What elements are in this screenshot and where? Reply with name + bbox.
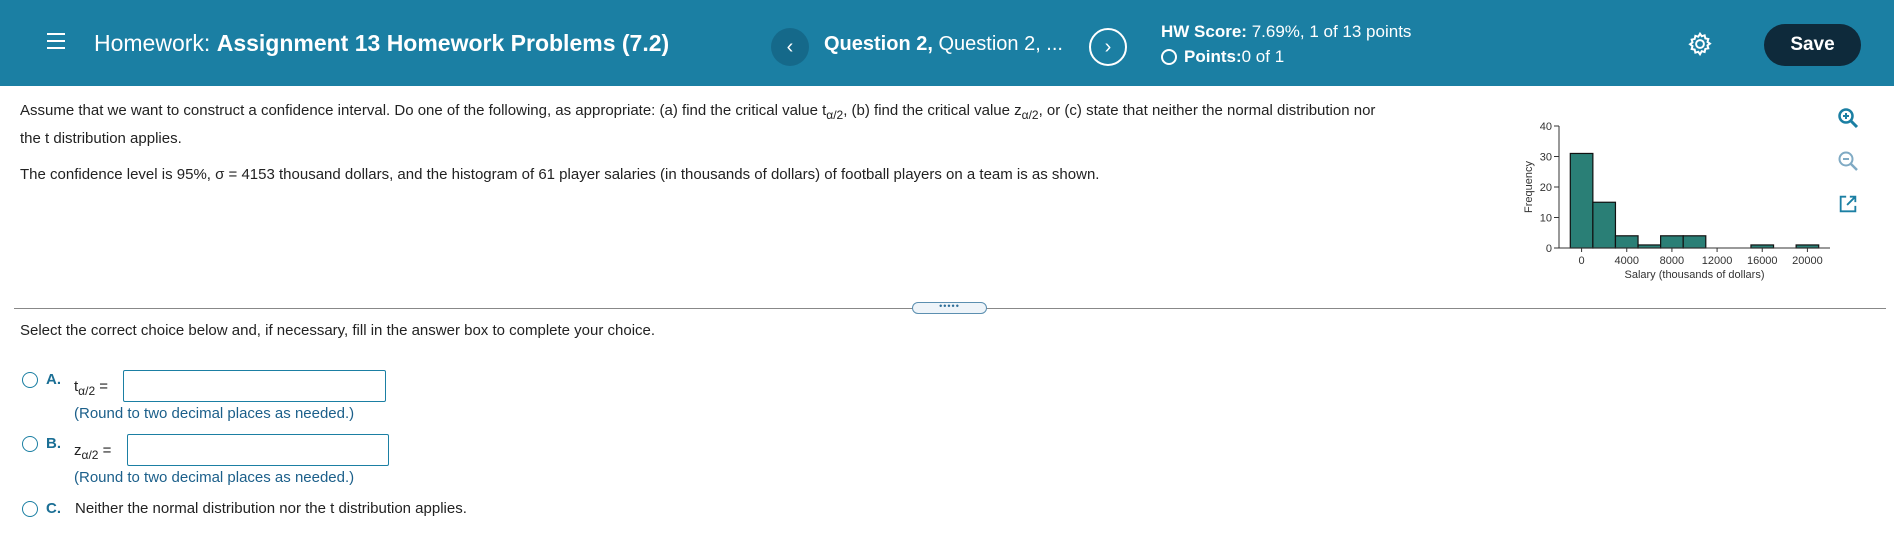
- next-question-button[interactable]: ›: [1089, 28, 1127, 66]
- y-tick-label-40: 40: [1540, 121, 1552, 133]
- menu-icon[interactable]: [47, 33, 65, 51]
- histogram-bar-1: [1592, 201, 1617, 249]
- histogram-bar-2: [1614, 235, 1639, 249]
- pane-resize-handle[interactable]: •••••: [912, 302, 987, 314]
- question-text-part: , (b) find the critical value z: [843, 102, 1022, 119]
- y-tick-label-0: 0: [1546, 243, 1552, 255]
- points-label: Points:: [1184, 47, 1242, 66]
- choice-b-letter: B.: [46, 435, 61, 452]
- subscript: α/2: [81, 448, 99, 462]
- choice-a-radio[interactable]: [22, 372, 38, 388]
- choice-b-hint: (Round to two decimal places as needed.): [74, 469, 355, 486]
- instructions-text: Select the correct choice below and, if …: [20, 322, 656, 339]
- y-tick-label-10: 10: [1540, 213, 1552, 225]
- y-tick-label-20: 20: [1540, 182, 1552, 194]
- chevron-right-icon: ›: [1104, 35, 1112, 58]
- subscript: α/2: [826, 108, 844, 122]
- choice-a-variable: tα/2 =: [74, 378, 108, 398]
- x-tick-label-12000: 12000: [1702, 255, 1733, 267]
- choice-b-answer-input[interactable]: [127, 434, 389, 466]
- choice-c-text: Neither the normal distribution nor the …: [75, 500, 467, 517]
- question-selector-label: Question 2, ...: [932, 33, 1063, 55]
- choice-a-answer-input[interactable]: [123, 370, 386, 402]
- choice-b-radio[interactable]: [22, 436, 38, 452]
- hw-score: HW Score: 7.69%, 1 of 13 points: [1161, 22, 1411, 42]
- choice-c-letter: C.: [46, 500, 61, 517]
- homework-title-prefix: Homework:: [94, 30, 211, 56]
- question-number: Question 2,: [824, 33, 933, 55]
- equals-sign: =: [95, 378, 109, 395]
- question-text-line2: the t distribution applies.: [20, 130, 182, 147]
- x-axis-label: Salary (thousands of dollars): [1624, 269, 1764, 281]
- subscript: α/2: [78, 384, 96, 398]
- points-circle-icon: [1161, 49, 1177, 65]
- x-tick-label-4000: 4000: [1615, 255, 1639, 267]
- question-points: Points: 0 of 1: [1161, 47, 1284, 67]
- x-tick-label-8000: 8000: [1660, 255, 1684, 267]
- equals-sign: =: [98, 442, 112, 459]
- question-selector[interactable]: Question 2, Question 2, ...: [824, 33, 1063, 56]
- variable-symbol: z: [74, 442, 82, 459]
- zoom-out-icon[interactable]: [1833, 146, 1863, 176]
- question-text-line1: Assume that we want to construct a confi…: [20, 100, 1375, 124]
- x-tick-label-20000: 20000: [1792, 255, 1823, 267]
- homework-title-main: Assignment 13 Homework Problems (7.2): [216, 30, 670, 56]
- choice-b-variable: zα/2 =: [74, 442, 111, 462]
- histogram-bar-0: [1569, 152, 1594, 249]
- zoom-in-icon[interactable]: [1833, 103, 1863, 133]
- hw-score-label: HW Score:: [1161, 22, 1247, 41]
- previous-question-button[interactable]: ‹: [771, 28, 809, 66]
- question-text-part: , or (c) state that neither the normal d…: [1038, 102, 1376, 119]
- points-value: 0 of 1: [1241, 47, 1285, 66]
- histogram-bar-4: [1660, 235, 1684, 249]
- hw-score-value: 7.69%, 1 of 13 points: [1246, 22, 1412, 41]
- salary-histogram[interactable]: 0 10 20 30 40 0 4000 8000 12000 16000 20000 Salary …: [1520, 112, 1840, 290]
- chevron-left-icon: ‹: [786, 35, 794, 58]
- y-tick-label-30: 30: [1540, 152, 1552, 164]
- choice-c-radio[interactable]: [22, 501, 38, 517]
- choice-a-hint: (Round to two decimal places as needed.): [74, 405, 355, 422]
- popout-icon[interactable]: [1833, 189, 1863, 219]
- header-bar: Homework: Assignment 13 Homework Problem…: [0, 0, 1894, 86]
- homework-title: Homework: Assignment 13 Homework Problem…: [94, 30, 669, 57]
- x-tick-label-0: 0: [1579, 255, 1585, 267]
- subscript: α/2: [1021, 108, 1039, 122]
- x-tick-label-16000: 16000: [1747, 255, 1778, 267]
- save-button[interactable]: Save: [1764, 24, 1861, 66]
- question-text-part: Assume that we want to construct a confi…: [20, 102, 827, 119]
- figure-tools: [1833, 103, 1863, 232]
- histogram-bar-5: [1682, 235, 1707, 249]
- question-text-line3: The confidence level is 95%, σ = 4153 th…: [20, 166, 1100, 183]
- choice-a-letter: A.: [46, 371, 61, 388]
- y-axis-label: Frequency: [1523, 161, 1535, 213]
- gear-icon[interactable]: [1687, 31, 1713, 57]
